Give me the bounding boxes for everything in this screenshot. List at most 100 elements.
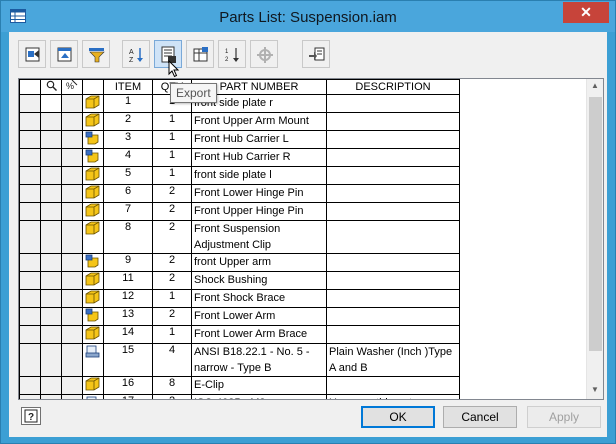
description-cell[interactable] xyxy=(326,166,460,185)
scroll-down-icon[interactable]: ▼ xyxy=(591,385,599,394)
row-search-cell[interactable] xyxy=(40,166,62,185)
item-cell[interactable]: 14 xyxy=(103,325,153,344)
part-number-cell[interactable]: Front Hub Carrier R xyxy=(191,148,327,167)
item-cell[interactable]: 3 xyxy=(103,130,153,149)
row-selector[interactable] xyxy=(19,148,41,167)
row-selector[interactable] xyxy=(19,202,41,221)
row-override-cell[interactable] xyxy=(61,271,83,290)
description-cell[interactable]: Hexagon thin nuts (chamfered) - Product … xyxy=(326,394,460,399)
parts-list-grid[interactable]: % ITEM QTY PART NUMBER DESCRIPTION 11fro… xyxy=(18,78,604,400)
table-row[interactable]: 4 1 Front Hub Carrier R xyxy=(19,148,460,167)
vertical-scrollbar[interactable]: ▲ ▼ xyxy=(586,79,603,399)
table-row[interactable]: 9 2 front Upper arm xyxy=(19,253,460,272)
description-cell[interactable] xyxy=(326,220,460,254)
item-cell[interactable]: 4 xyxy=(103,148,153,167)
row-search-cell[interactable] xyxy=(40,220,62,254)
row-search-cell[interactable] xyxy=(40,112,62,131)
row-search-cell[interactable] xyxy=(40,148,62,167)
member-selection-button[interactable] xyxy=(302,40,330,68)
row-selector[interactable] xyxy=(19,184,41,203)
row-override-cell[interactable] xyxy=(61,289,83,308)
row-selector[interactable] xyxy=(19,394,41,399)
description-cell[interactable] xyxy=(326,271,460,290)
cancel-button[interactable]: Cancel xyxy=(443,406,517,428)
row-selector[interactable] xyxy=(19,289,41,308)
row-search-cell[interactable] xyxy=(40,253,62,272)
row-override-cell[interactable] xyxy=(61,376,83,395)
qty-cell[interactable]: 1 xyxy=(152,166,192,185)
row-override-cell[interactable] xyxy=(61,166,83,185)
row-override-cell[interactable] xyxy=(61,253,83,272)
item-cell[interactable]: 9 xyxy=(103,253,153,272)
table-row[interactable]: 6 2 Front Lower Hinge Pin xyxy=(19,184,460,203)
table-row[interactable]: 7 2 Front Upper Hinge Pin xyxy=(19,202,460,221)
description-cell[interactable] xyxy=(326,325,460,344)
table-row[interactable]: 2 1 Front Upper Arm Mount xyxy=(19,112,460,131)
qty-cell[interactable]: 8 xyxy=(152,376,192,395)
ok-button[interactable]: OK xyxy=(361,406,435,428)
row-selector[interactable] xyxy=(19,325,41,344)
row-selector[interactable] xyxy=(19,271,41,290)
item-cell[interactable]: 5 xyxy=(103,166,153,185)
row-search-cell[interactable] xyxy=(40,130,62,149)
item-cell[interactable]: 16 xyxy=(103,376,153,395)
scroll-thumb[interactable] xyxy=(589,97,602,351)
qty-cell[interactable]: 2 xyxy=(152,253,192,272)
description-cell[interactable] xyxy=(326,184,460,203)
qty-cell[interactable]: 2 xyxy=(152,202,192,221)
description-cell[interactable] xyxy=(326,376,460,395)
row-search-cell[interactable] xyxy=(40,394,62,399)
table-row[interactable]: 3 1 Front Hub Carrier L xyxy=(19,130,460,149)
row-search-cell[interactable] xyxy=(40,307,62,326)
part-number-cell[interactable]: E-Clip xyxy=(191,376,327,395)
table-row[interactable]: 16 8 E-Clip xyxy=(19,376,460,395)
row-override-cell[interactable] xyxy=(61,148,83,167)
table-row[interactable]: 14 1 Front Lower Arm Brace xyxy=(19,325,460,344)
row-selector[interactable] xyxy=(19,94,41,113)
table-row[interactable]: 8 2 Front Suspension Adjustment Clip xyxy=(19,220,460,254)
qty-cell[interactable]: 1 xyxy=(152,325,192,344)
row-selector[interactable] xyxy=(19,166,41,185)
override-column-header[interactable]: % xyxy=(61,79,83,95)
item-cell[interactable]: 1 xyxy=(103,94,153,113)
part-number-cell[interactable]: Front Shock Brace xyxy=(191,289,327,308)
close-button[interactable]: ✕ xyxy=(563,2,609,23)
column-chooser-button[interactable] xyxy=(50,40,78,68)
description-cell[interactable] xyxy=(326,94,460,113)
description-cell[interactable] xyxy=(326,289,460,308)
item-cell[interactable]: 11 xyxy=(103,271,153,290)
item-cell[interactable]: 7 xyxy=(103,202,153,221)
row-search-cell[interactable] xyxy=(40,202,62,221)
table-row[interactable]: 13 2 Front Lower Arm xyxy=(19,307,460,326)
item-cell[interactable]: 2 xyxy=(103,112,153,131)
qty-cell[interactable]: 2 xyxy=(152,220,192,254)
table-row[interactable]: 11 2 Shock Bushing xyxy=(19,271,460,290)
row-override-cell[interactable] xyxy=(61,220,83,254)
row-selector[interactable] xyxy=(19,343,41,377)
qty-cell[interactable]: 4 xyxy=(152,343,192,377)
part-number-cell[interactable]: Shock Bushing xyxy=(191,271,327,290)
help-button[interactable]: ? xyxy=(21,407,41,425)
renumber-button[interactable]: 1 2 xyxy=(218,40,246,68)
item-cell[interactable]: 13 xyxy=(103,307,153,326)
add-items-button[interactable] xyxy=(18,40,46,68)
row-override-cell[interactable] xyxy=(61,94,83,113)
filter-button[interactable] xyxy=(82,40,110,68)
table-row[interactable]: 12 1 Front Shock Brace xyxy=(19,289,460,308)
row-selector[interactable] xyxy=(19,130,41,149)
part-number-cell[interactable]: ANSI B18.22.1 - No. 5 - narrow - Type B xyxy=(191,343,327,377)
qty-cell[interactable]: 2 xyxy=(152,394,192,399)
search-column-header[interactable] xyxy=(40,79,62,95)
description-cell[interactable]: Plain Washer (Inch )Type A and B xyxy=(326,343,460,377)
part-number-cell[interactable]: Front Lower Hinge Pin xyxy=(191,184,327,203)
item-cell[interactable]: 17 xyxy=(103,394,153,399)
table-row[interactable]: 172ISO 4035 - M3Hexagon thin nuts (chamf… xyxy=(19,394,460,399)
qty-cell[interactable]: 1 xyxy=(152,289,192,308)
part-number-cell[interactable]: front Upper arm xyxy=(191,253,327,272)
row-search-cell[interactable] xyxy=(40,376,62,395)
apply-button[interactable]: Apply xyxy=(527,406,601,428)
row-override-cell[interactable] xyxy=(61,130,83,149)
table-row[interactable]: 11front side plate r xyxy=(19,94,460,113)
part-number-cell[interactable]: Front Upper Arm Mount xyxy=(191,112,327,131)
row-selector[interactable] xyxy=(19,253,41,272)
